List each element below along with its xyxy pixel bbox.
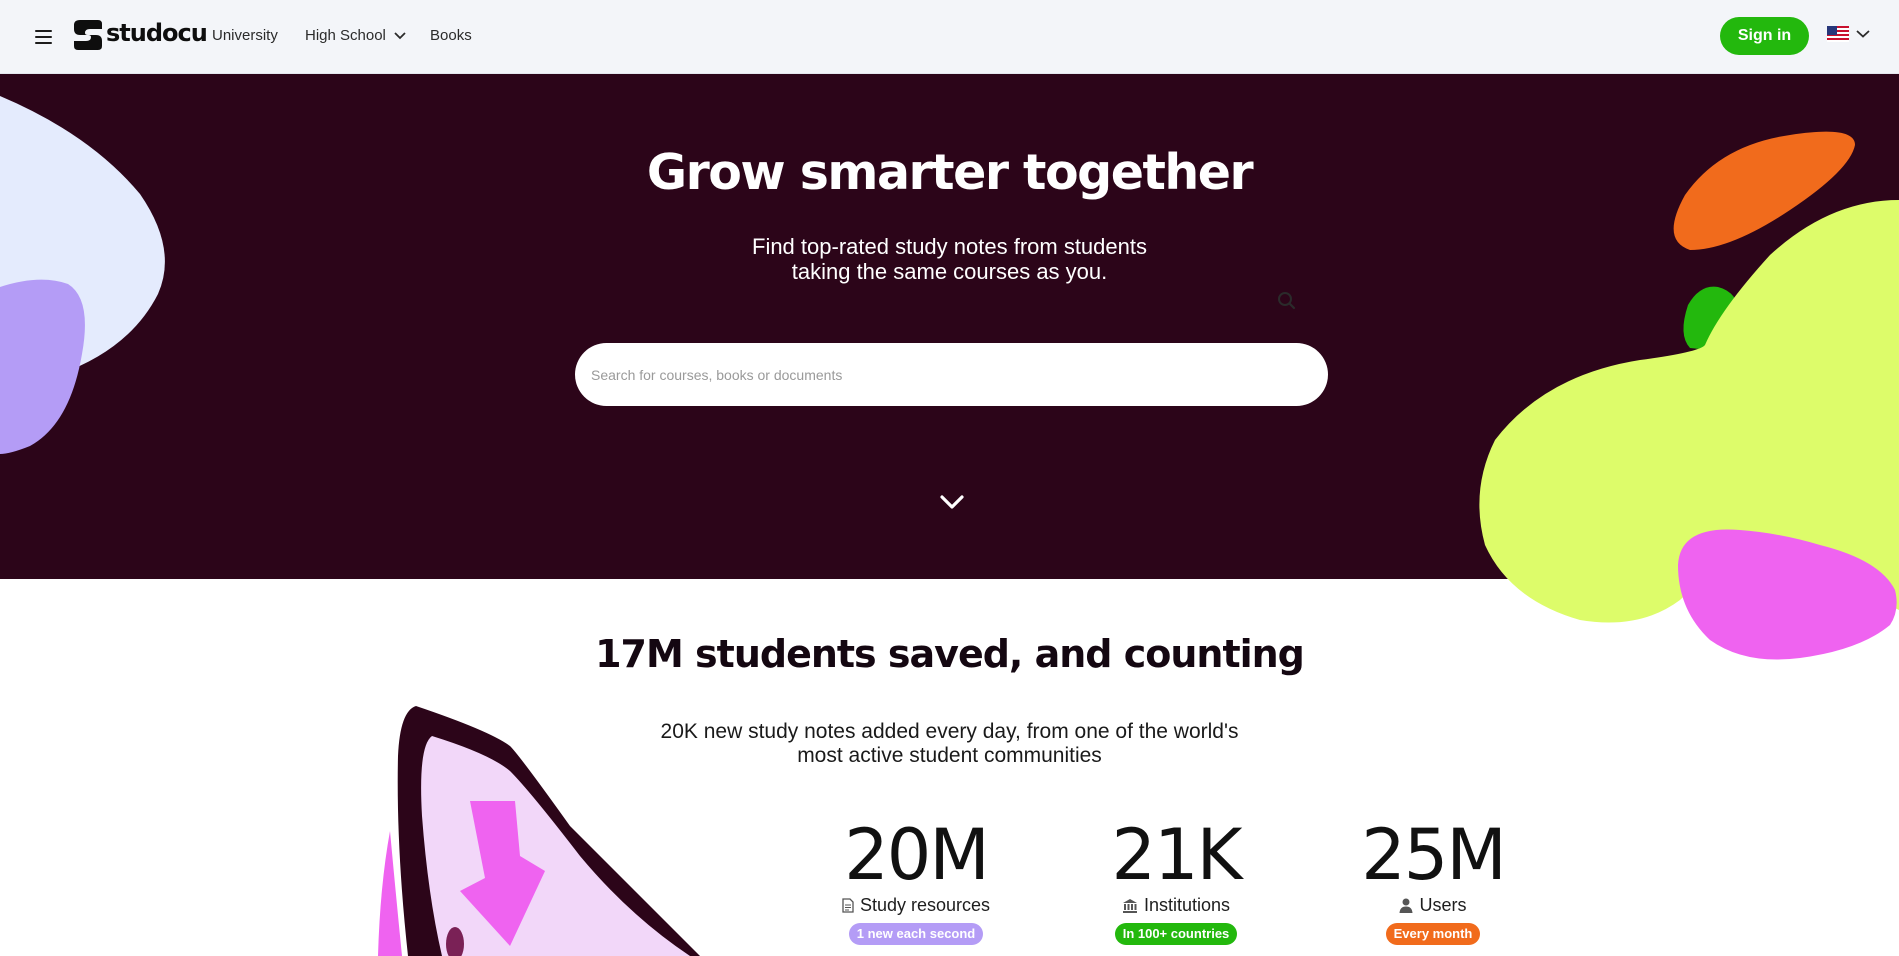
stat-pill: Every month [1385, 923, 1481, 945]
user-icon [1399, 898, 1413, 913]
stat-label: Study resources [786, 895, 1046, 916]
stats-title: 17M students saved, and counting [595, 632, 1305, 676]
logo-wordmark: studocu [106, 19, 208, 47]
stat-users: 25M Users Every month [1303, 815, 1563, 945]
nav-university-label: University [212, 27, 278, 44]
hero-title: Grow smarter together [646, 144, 1254, 201]
search-input[interactable] [591, 343, 1251, 406]
stat-value: 20M [844, 814, 989, 896]
nav-high-school-label: High School [305, 27, 386, 44]
chevron-down-icon [394, 31, 406, 39]
hero-subtitle-line1: Find top-rated study notes from students [752, 234, 1147, 259]
stat-label: Institutions [1046, 895, 1306, 916]
stat-pill: 1 new each second [848, 923, 984, 945]
top-navigation-bar: studocu University High School Books Sig… [0, 0, 1899, 74]
institution-icon [1122, 899, 1137, 913]
studocu-logo[interactable]: studocu [72, 18, 208, 52]
stat-label-text: Institutions [1143, 895, 1231, 915]
stat-value: 25M [1361, 814, 1506, 896]
lavender-blob [0, 279, 85, 454]
stats-subtitle: 20K new study notes added every day, fro… [0, 720, 1899, 768]
stat-label-text: Users [1419, 895, 1467, 915]
nav-university[interactable]: University [212, 27, 278, 44]
stat-pill: In 100+ countries [1114, 923, 1238, 945]
stat-study-resources: 20M Study resources 1 new each second [786, 815, 1046, 945]
hero-subtitle-line2: taking the same courses as you. [791, 259, 1108, 284]
nav-books-label: Books [430, 27, 472, 44]
stat-label: Users [1303, 895, 1563, 916]
stat-label-text: Study resources [859, 895, 991, 915]
studocu-logo-icon [74, 20, 102, 50]
chevron-down-icon [1856, 30, 1870, 38]
nav-high-school[interactable]: High School [305, 27, 406, 44]
search-icon[interactable] [1273, 289, 1301, 313]
language-selector[interactable] [1827, 26, 1870, 42]
stats-subtitle-line2: most active student communities [797, 744, 1102, 767]
stats-subtitle-line1: 20K new study notes added every day, fro… [660, 720, 1239, 743]
hero-subtitle: Find top-rated study notes from students… [0, 234, 1899, 284]
hamburger-menu-icon[interactable] [33, 27, 55, 45]
stat-value: 21K [1111, 814, 1243, 896]
stat-institutions: 21K Institutions In 100+ countries [1046, 815, 1306, 945]
search-bar [575, 343, 1328, 406]
sign-in-button[interactable]: Sign in [1720, 17, 1809, 55]
nav-books[interactable]: Books [430, 27, 472, 44]
scroll-down-chevron-icon[interactable] [937, 490, 967, 514]
document-icon [842, 898, 854, 913]
hero-section: Grow smarter together Find top-rated stu… [0, 74, 1899, 579]
us-flag-icon [1827, 26, 1849, 42]
sign-in-label: Sign in [1737, 27, 1792, 44]
